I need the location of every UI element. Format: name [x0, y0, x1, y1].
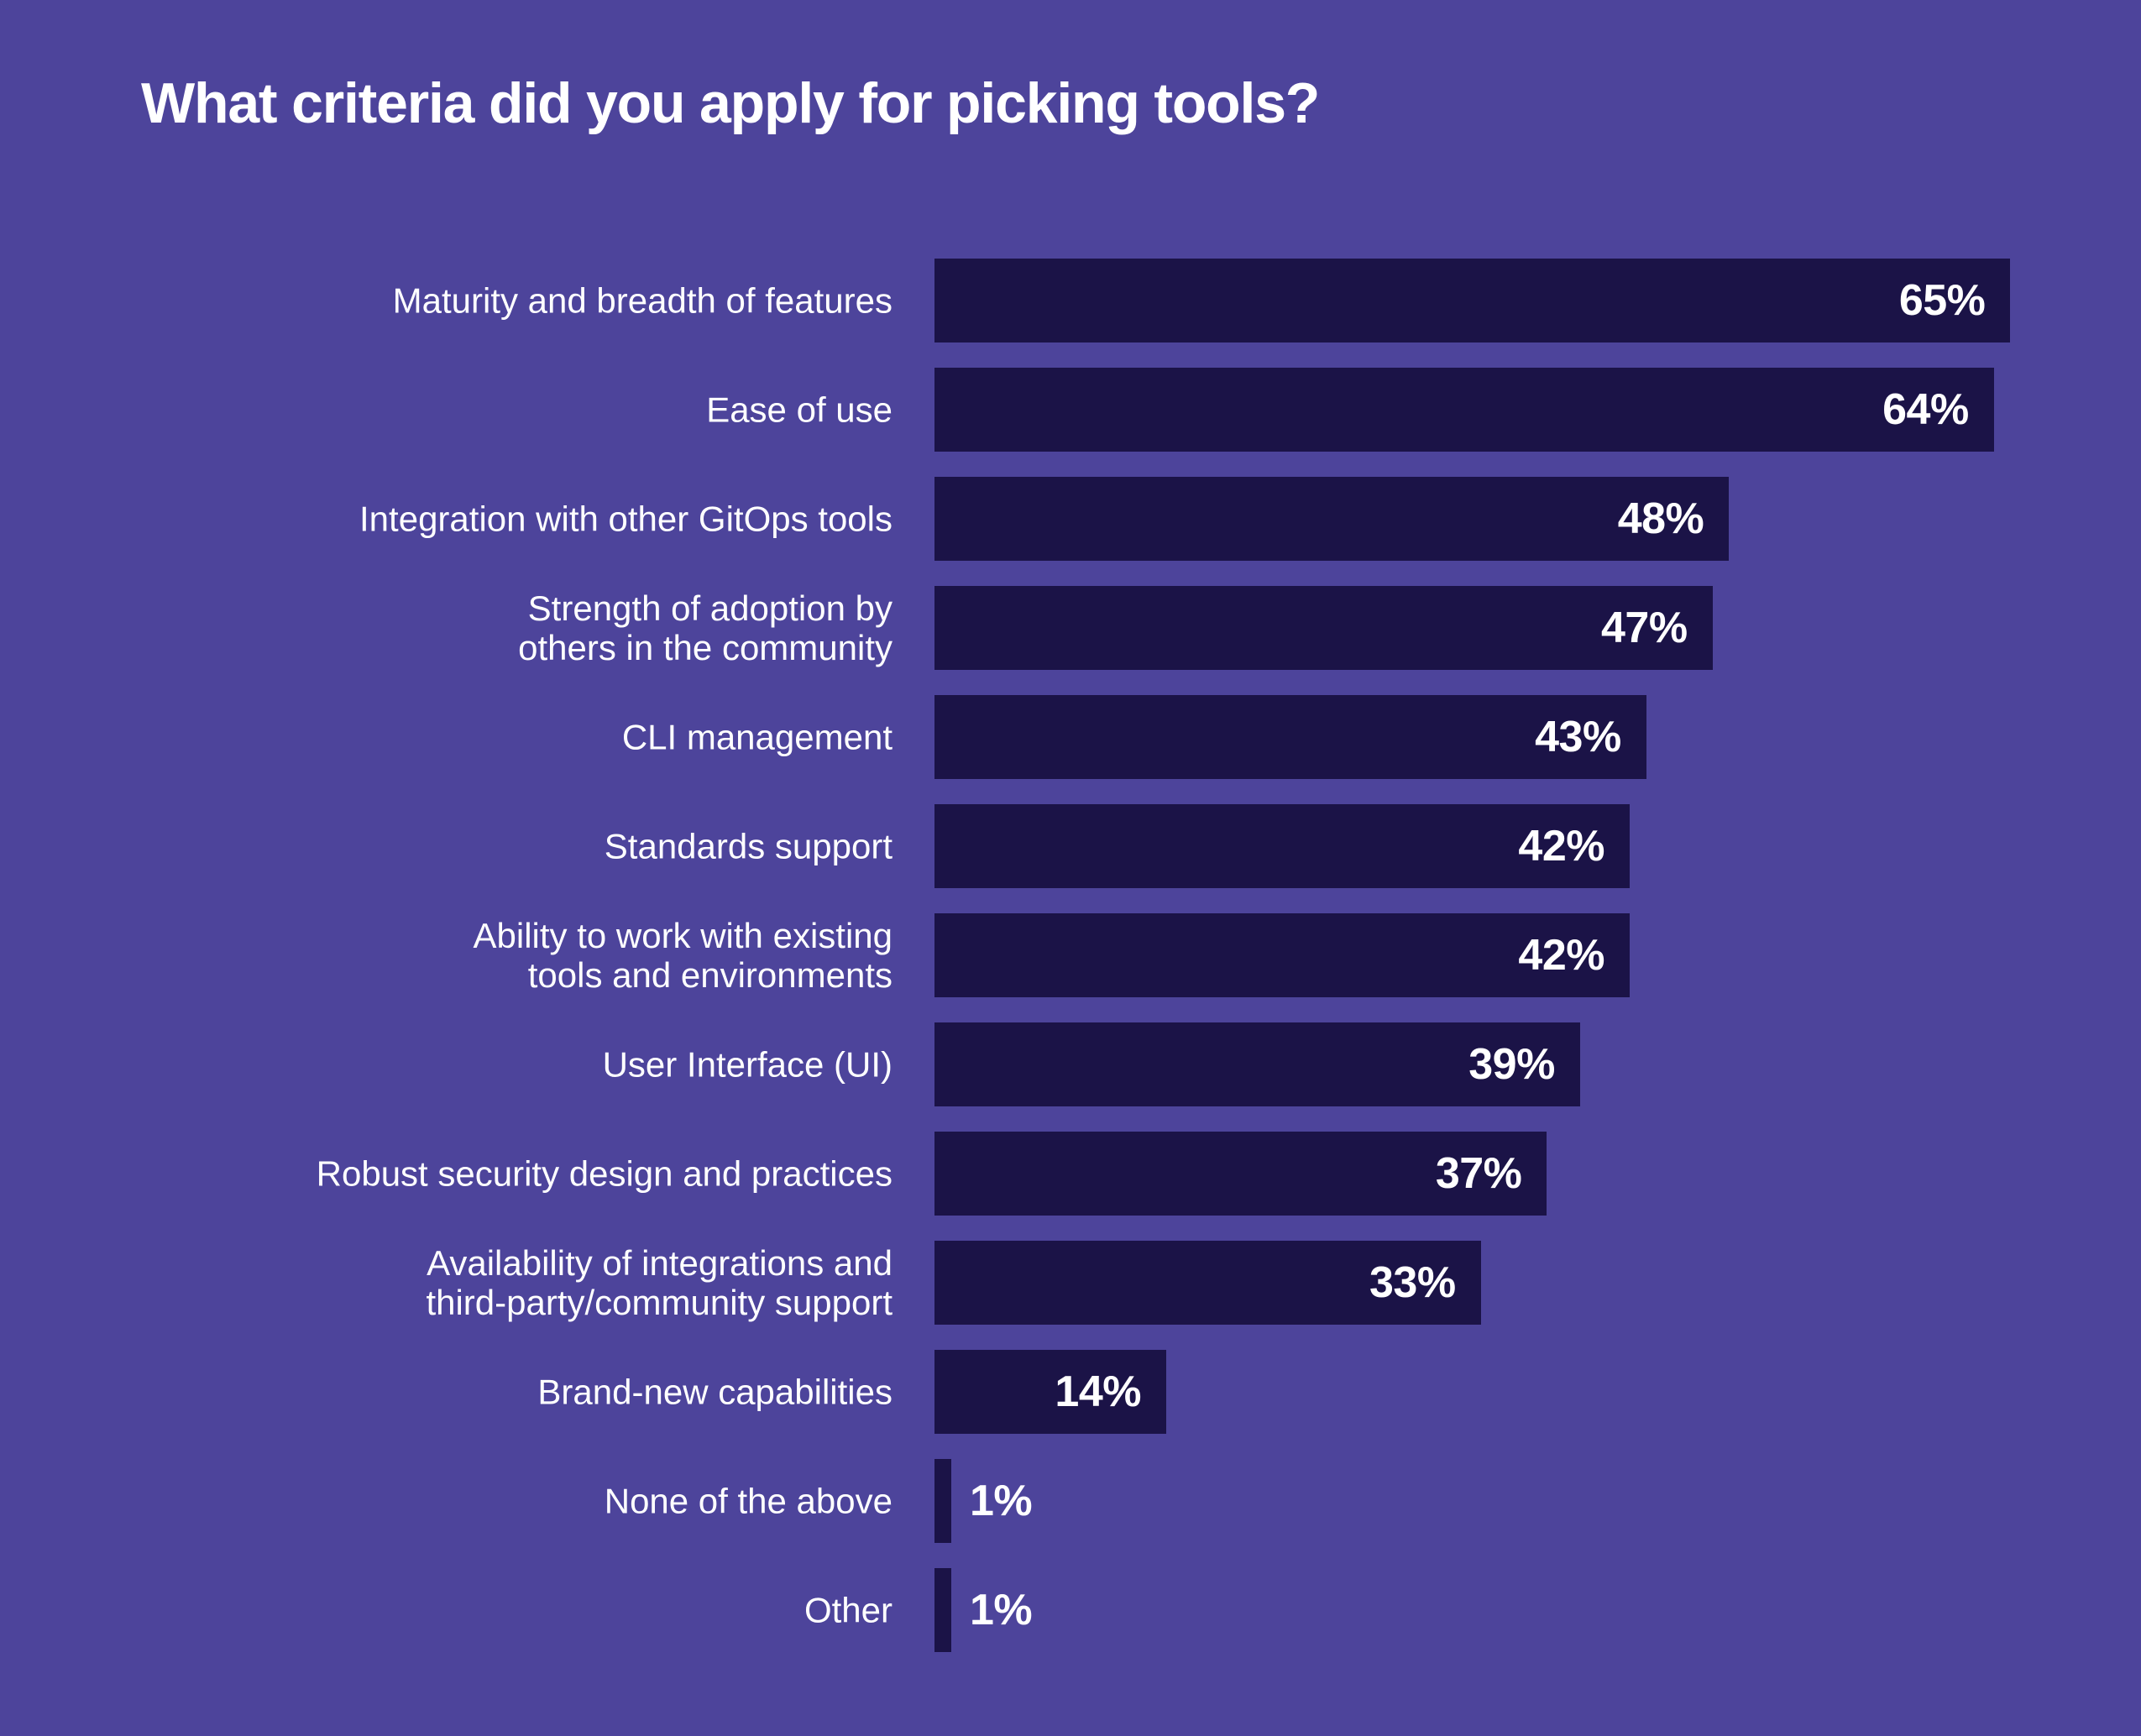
bar-category-label: Standards support	[604, 826, 893, 866]
bar-fill[interactable]: 48%	[934, 477, 1730, 561]
bar-row: Ability to work with existing tools and …	[0, 913, 2141, 997]
bar-value-label: 42%	[1518, 931, 1604, 980]
bar-fill[interactable]: 33%	[934, 1241, 1481, 1325]
bar-category-label: None of the above	[604, 1481, 893, 1521]
bar-row: Robust security design and practices 37%	[0, 1132, 2141, 1216]
bar-category-label: CLI management	[621, 717, 893, 757]
chart-container: What criteria did you apply for picking …	[0, 0, 2141, 1736]
bar-track: 14%	[934, 1350, 2093, 1434]
bar-row: Standards support 42%	[0, 804, 2141, 888]
bar-value-label: 33%	[1369, 1258, 1456, 1307]
bar-fill[interactable]: 42%	[934, 913, 1630, 997]
bar-track: 43%	[934, 695, 2093, 779]
bar-category-label: Availability of integrations and third-p…	[426, 1242, 893, 1322]
bar-value-label: 42%	[1518, 822, 1604, 871]
bar-row: None of the above 1%	[0, 1459, 2141, 1543]
bar-track: 37%	[934, 1132, 2093, 1216]
bar-fill[interactable]: 1%	[934, 1459, 1033, 1543]
bar-value-label: 43%	[1535, 713, 1621, 761]
bar-chart-plot-area: Maturity and breadth of features 65% Ease …	[0, 259, 2141, 1677]
bar-fill[interactable]: 37%	[934, 1132, 1547, 1216]
bar-row: Ease of use 64%	[0, 368, 2141, 452]
bar-value-label: 47%	[1600, 604, 1688, 652]
bar-category-label: User Interface (UI)	[602, 1044, 893, 1085]
bar-row: User Interface (UI) 39%	[0, 1022, 2141, 1106]
bar-row: Availability of integrations and third-p…	[0, 1241, 2141, 1325]
bar-fill[interactable]: 39%	[934, 1022, 1580, 1106]
bar-category-label: Robust security design and practices	[316, 1153, 893, 1194]
bar-row: Brand-new capabilities 14%	[0, 1350, 2141, 1434]
bar-category-label: Brand-new capabilities	[537, 1372, 893, 1412]
bar-value-label: 1%	[970, 1586, 1033, 1634]
bar-value-label: 64%	[1882, 385, 1969, 434]
bar-track: 64%	[934, 368, 2093, 452]
bar-row: Other 1%	[0, 1568, 2141, 1652]
bar-fill[interactable]: 47%	[934, 586, 1713, 670]
bar-row: Strength of adoption by others in the co…	[0, 586, 2141, 670]
bar-track: 48%	[934, 477, 2093, 561]
bar-track: 42%	[934, 913, 2093, 997]
bar-fill[interactable]: 14%	[934, 1350, 1166, 1434]
bar-row: CLI management 43%	[0, 695, 2141, 779]
bar-fill[interactable]: 43%	[934, 695, 1646, 779]
bar-track: 65%	[934, 259, 2093, 342]
bar-category-label: Other	[804, 1590, 893, 1630]
bar-category-label: Strength of adoption by others in the co…	[518, 588, 893, 667]
bar-category-label: Maturity and breadth of features	[392, 280, 893, 321]
bar-value-label: 39%	[1468, 1040, 1555, 1089]
bar-value-label: 65%	[1898, 276, 1986, 325]
bar-value-label: 14%	[1055, 1367, 1141, 1416]
bar-category-label: Ability to work with existing tools and …	[473, 915, 893, 995]
bar-fill[interactable]: 65%	[934, 259, 2011, 342]
bar-category-label: Integration with other GitOps tools	[359, 499, 893, 539]
bar-track: 1%	[934, 1568, 2093, 1652]
bar-track: 1%	[934, 1459, 2093, 1543]
bar-track: 42%	[934, 804, 2093, 888]
bar-fill[interactable]: 1%	[934, 1568, 1033, 1652]
bar-value-label: 1%	[970, 1477, 1033, 1525]
bar-track: 47%	[934, 586, 2093, 670]
bar-fill[interactable]: 64%	[934, 368, 1994, 452]
bar-track: 39%	[934, 1022, 2093, 1106]
bar-fill[interactable]: 42%	[934, 804, 1630, 888]
chart-title: What criteria did you apply for picking …	[141, 71, 1320, 135]
bar-value-label: 48%	[1617, 494, 1704, 543]
bar-category-label: Ease of use	[706, 390, 893, 430]
bar-row: Integration with other GitOps tools 48%	[0, 477, 2141, 561]
bar-track: 33%	[934, 1241, 2093, 1325]
bar-row: Maturity and breadth of features 65%	[0, 259, 2141, 342]
bar-value-label: 37%	[1435, 1149, 1522, 1198]
